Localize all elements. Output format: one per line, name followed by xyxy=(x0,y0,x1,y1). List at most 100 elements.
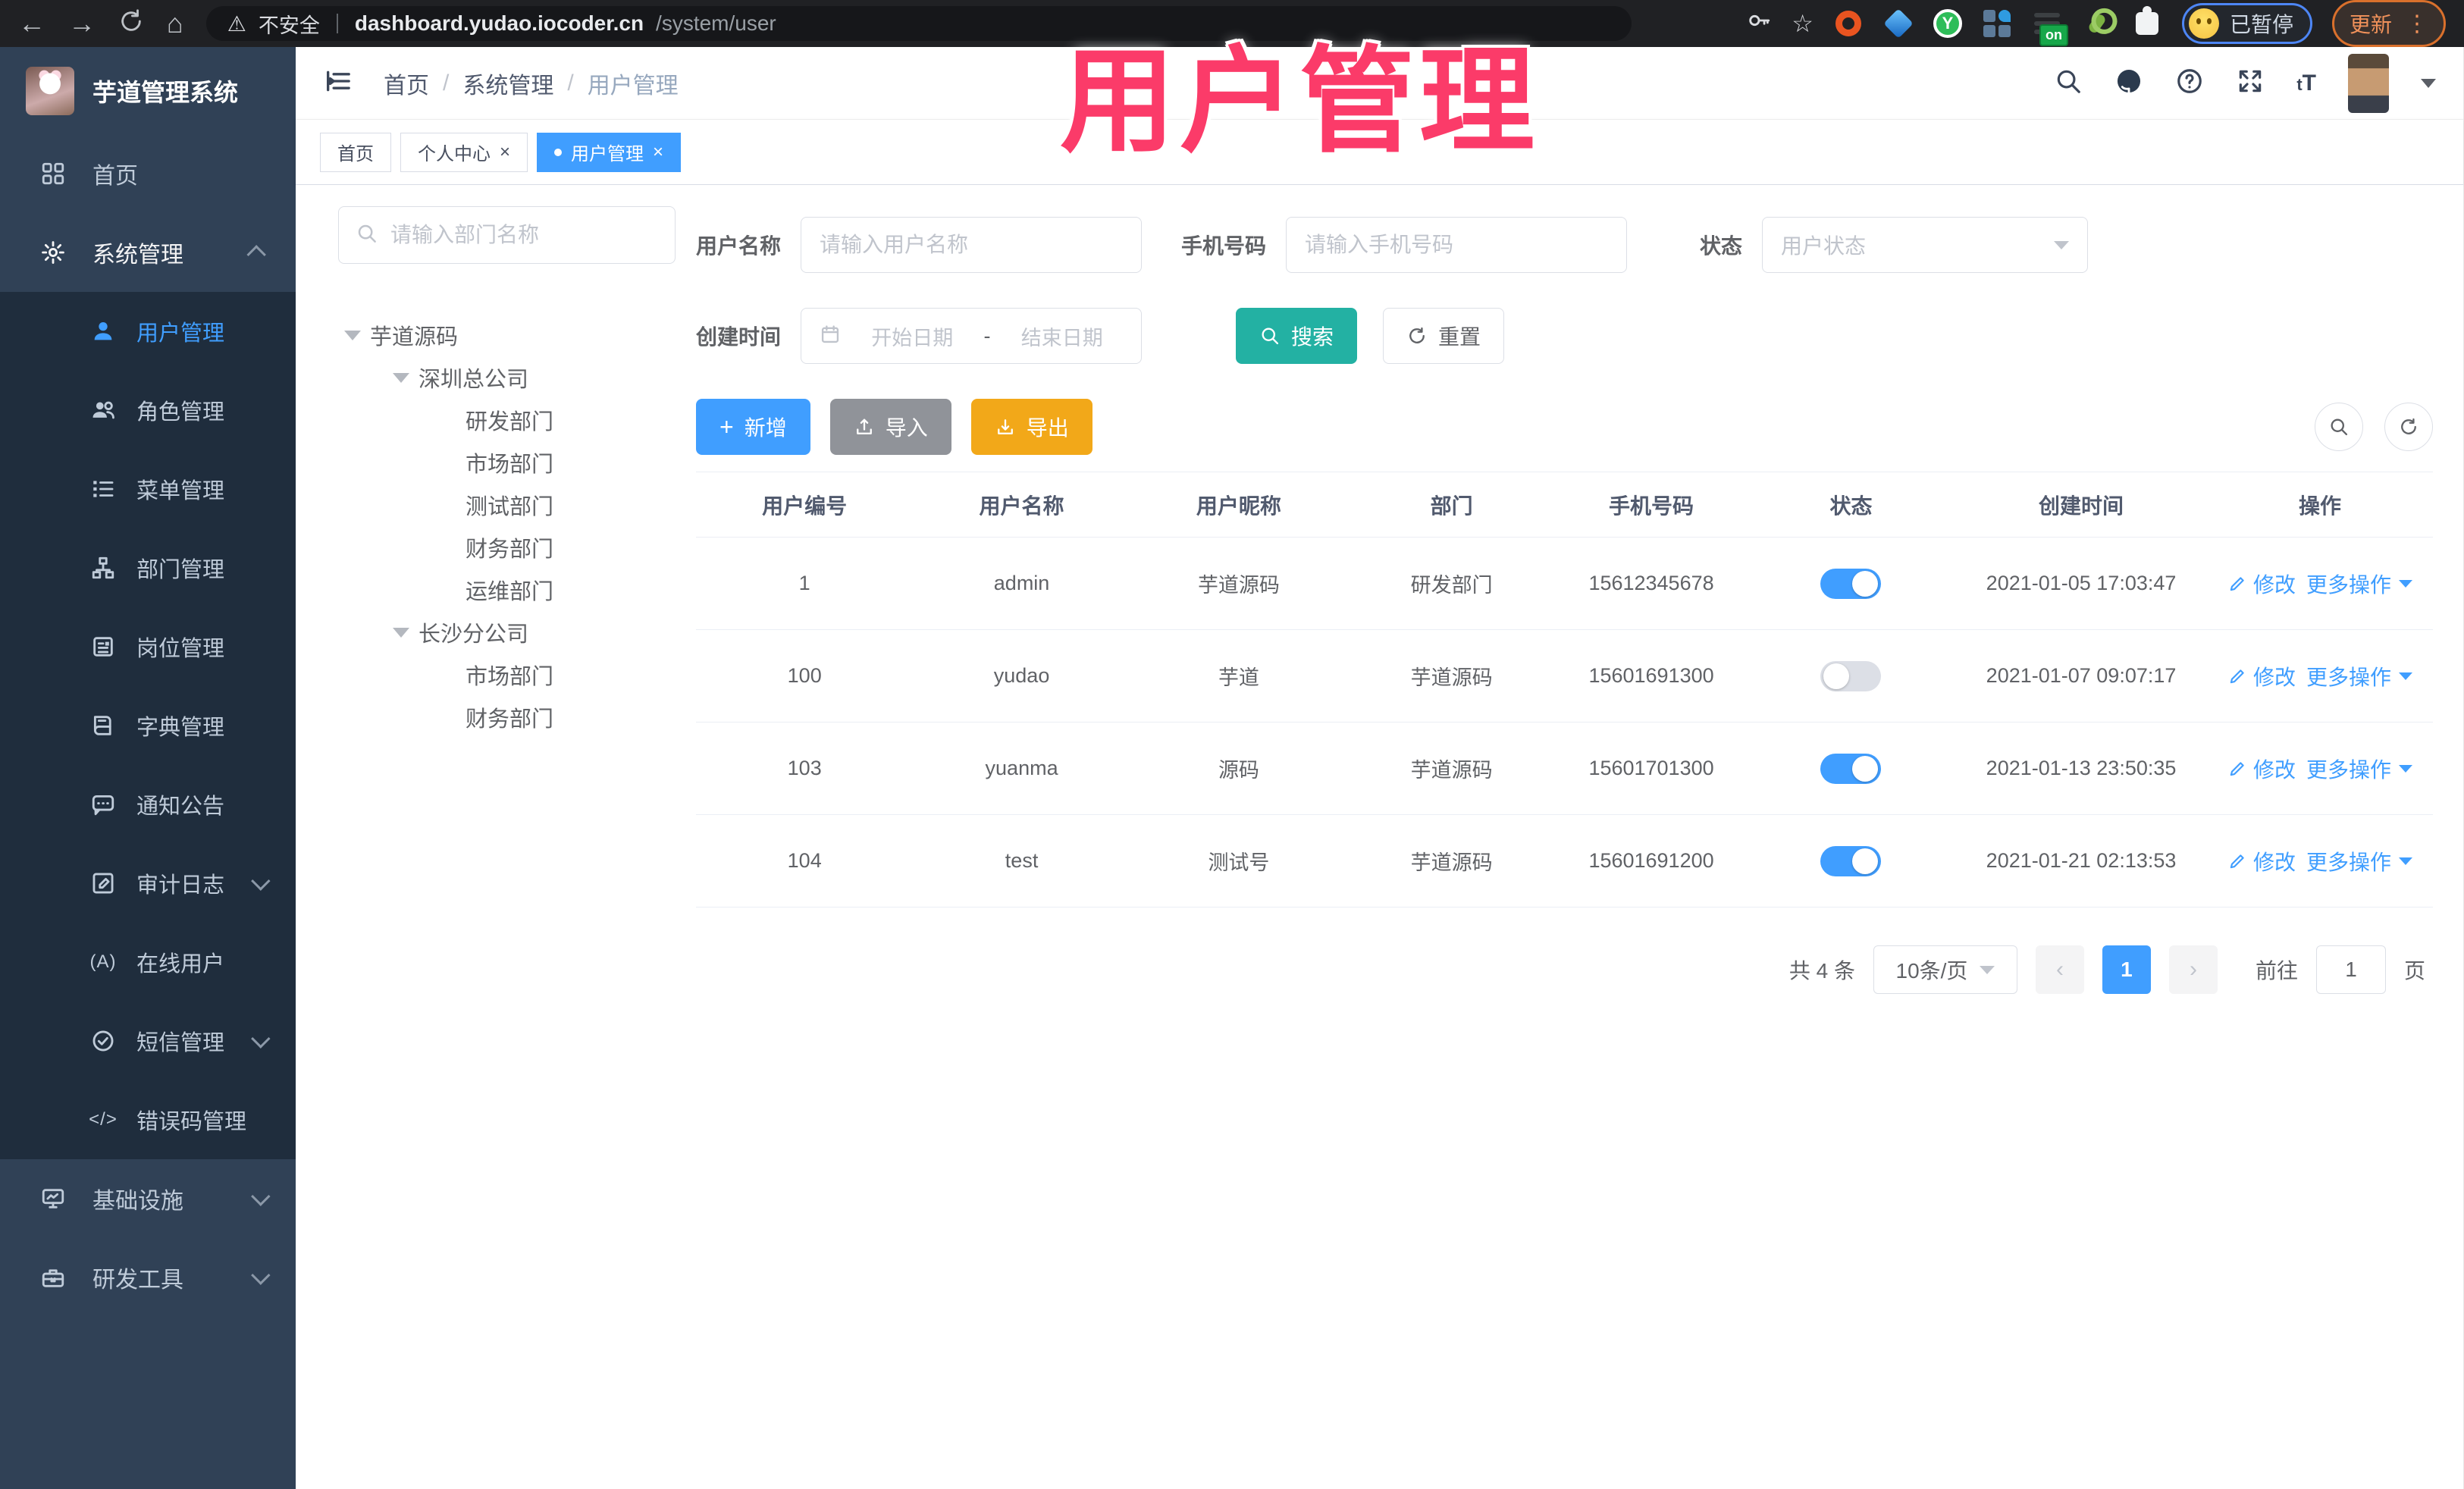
user-avatar[interactable] xyxy=(2348,53,2389,113)
extension-icon-green-key[interactable] xyxy=(2082,8,2112,39)
code-icon: </> xyxy=(89,1109,118,1130)
close-icon[interactable]: × xyxy=(500,142,510,163)
tree-node[interactable]: 长沙分公司 xyxy=(338,611,687,654)
sidebar-item-infrastructure[interactable]: 基础设施 xyxy=(0,1159,296,1238)
refresh-button[interactable] xyxy=(2384,403,2433,451)
extension-icon-orange[interactable] xyxy=(1833,8,1864,39)
sidebar-item-home[interactable]: 首页 xyxy=(0,134,296,213)
page-1-button[interactable]: 1 xyxy=(2102,945,2151,994)
extension-icon-green-y[interactable]: Y xyxy=(1933,9,1962,38)
sidebar-fold-icon[interactable] xyxy=(323,66,353,100)
hide-search-button[interactable] xyxy=(2315,403,2363,451)
browser-menu-icon[interactable]: ⋮ xyxy=(2406,11,2428,37)
tree-node[interactable]: 测试部门 xyxy=(338,484,687,526)
prev-page-button[interactable]: ‹ xyxy=(2035,945,2084,994)
tree-node[interactable]: 市场部门 xyxy=(338,654,687,696)
help-icon[interactable] xyxy=(2175,67,2204,99)
dept-search-input[interactable] xyxy=(390,223,664,247)
edit-link[interactable]: 修改 xyxy=(2227,846,2296,876)
tree-node-root[interactable]: 芋道源码 xyxy=(338,314,687,356)
date-range-picker[interactable]: 开始日期 - 结束日期 xyxy=(801,308,1143,364)
font-size-icon[interactable]: tT xyxy=(2296,71,2316,96)
edit-link[interactable]: 修改 xyxy=(2227,754,2296,784)
tab-user-mgmt[interactable]: 用户管理 × xyxy=(537,132,682,172)
header-search-icon[interactable] xyxy=(2054,67,2083,99)
breadcrumb-system[interactable]: 系统管理 xyxy=(462,67,553,100)
sidebar-item-sms-mgmt[interactable]: 短信管理 xyxy=(0,1002,296,1080)
close-icon[interactable]: × xyxy=(653,142,663,163)
sidebar-item-error-code[interactable]: </> 错误码管理 xyxy=(0,1080,296,1159)
edit-link[interactable]: 修改 xyxy=(2227,569,2296,599)
add-button[interactable]: + 新增 xyxy=(696,399,810,455)
extension-icon-gem[interactable] xyxy=(1883,8,1914,39)
more-actions-link[interactable]: 更多操作 xyxy=(2306,569,2413,599)
sidebar-item-audit-log[interactable]: 审计日志 xyxy=(0,844,296,923)
sidebar-item-dict-mgmt[interactable]: 字典管理 xyxy=(0,686,296,765)
fullscreen-icon[interactable] xyxy=(2236,67,2265,99)
mobile-input[interactable] xyxy=(1305,233,1609,257)
status-toggle[interactable] xyxy=(1820,845,1882,876)
page-unit-label: 页 xyxy=(2403,959,2425,983)
more-actions-link[interactable]: 更多操作 xyxy=(2306,754,2413,784)
cell-username: yuanma xyxy=(985,757,1058,779)
sidebar-item-menu-mgmt[interactable]: 菜单管理 xyxy=(0,450,296,528)
tab-profile[interactable]: 个人中心 × xyxy=(400,132,528,172)
id-badge-icon xyxy=(89,633,117,660)
tree-node[interactable]: 财务部门 xyxy=(338,526,687,569)
more-actions-link[interactable]: 更多操作 xyxy=(2306,846,2413,876)
sidebar-item-dept-mgmt[interactable]: 部门管理 xyxy=(0,528,296,607)
sidebar-item-system[interactable]: 系统管理 xyxy=(0,213,296,292)
sidebar-item-online-users[interactable]: (A) 在线用户 xyxy=(0,923,296,1002)
extension-icon-switch-on[interactable]: on xyxy=(2032,8,2068,46)
user-menu-caret-icon[interactable] xyxy=(2421,78,2436,88)
more-actions-link[interactable]: 更多操作 xyxy=(2306,661,2413,691)
tree-node[interactable]: 研发部门 xyxy=(338,399,687,441)
tree-expand-icon[interactable] xyxy=(344,330,361,340)
dept-tree: 芋道源码 深圳总公司 研发部门 市场部门 测试部门 财务部门 运维部门 长沙分公… xyxy=(338,314,687,738)
tree-node[interactable]: 财务部门 xyxy=(338,696,687,738)
tab-home[interactable]: 首页 xyxy=(320,132,391,172)
status-select[interactable]: 用户状态 xyxy=(1762,217,2089,273)
username-field xyxy=(801,217,1143,273)
page-size-select[interactable]: 10条/页 xyxy=(1873,945,2017,994)
tree-node[interactable]: 运维部门 xyxy=(338,569,687,611)
back-icon[interactable]: ← xyxy=(18,10,45,37)
sidebar-item-post-mgmt[interactable]: 岗位管理 xyxy=(0,607,296,686)
plus-icon: + xyxy=(719,413,734,440)
tree-node[interactable]: 深圳总公司 xyxy=(338,356,687,399)
sidebar-item-user-mgmt[interactable]: 用户管理 xyxy=(0,292,296,371)
extension-icon-puzzle[interactable] xyxy=(2132,6,2162,39)
home-icon[interactable]: ⌂ xyxy=(167,10,183,37)
username-input[interactable] xyxy=(820,233,1124,257)
tree-expand-icon[interactable] xyxy=(393,372,409,383)
search-button[interactable]: 搜索 xyxy=(1236,308,1358,364)
sidebar-item-role-mgmt[interactable]: 角色管理 xyxy=(0,371,296,450)
browser-profile-button[interactable]: 已暂停 xyxy=(2181,3,2312,44)
next-page-button[interactable]: › xyxy=(2168,945,2218,994)
total-count: 共 4 条 xyxy=(1788,959,1855,983)
status-toggle[interactable] xyxy=(1820,568,1882,599)
extension-icon-squares[interactable] xyxy=(1982,8,2012,39)
forward-icon[interactable]: → xyxy=(68,10,96,37)
edit-link[interactable]: 修改 xyxy=(2227,661,2296,691)
sidebar-item-notice[interactable]: 通知公告 xyxy=(0,765,296,844)
status-toggle[interactable] xyxy=(1820,660,1882,691)
status-toggle[interactable] xyxy=(1820,753,1882,784)
bookmark-star-icon[interactable]: ☆ xyxy=(1792,9,1814,38)
app-logo-row[interactable]: 芋道管理系统 xyxy=(0,47,296,134)
github-icon[interactable] xyxy=(2114,67,2143,99)
tree-node[interactable]: 市场部门 xyxy=(338,441,687,484)
export-button[interactable]: 导出 xyxy=(970,399,1092,455)
dept-search-box[interactable] xyxy=(338,206,676,264)
reload-icon[interactable] xyxy=(118,8,144,39)
url-separator xyxy=(336,14,338,33)
sidebar-item-devtools[interactable]: 研发工具 xyxy=(0,1238,296,1317)
tree-expand-icon[interactable] xyxy=(393,627,409,638)
breadcrumb-home[interactable]: 首页 xyxy=(384,67,429,100)
on-badge: on xyxy=(2039,24,2068,46)
chrome-update-button[interactable]: 更新 ⋮ xyxy=(2331,0,2446,47)
reset-button[interactable]: 重置 xyxy=(1383,308,1505,364)
goto-page-input[interactable] xyxy=(2315,945,2386,994)
password-key-icon[interactable] xyxy=(1746,8,1772,39)
import-button[interactable]: 导入 xyxy=(829,399,951,455)
